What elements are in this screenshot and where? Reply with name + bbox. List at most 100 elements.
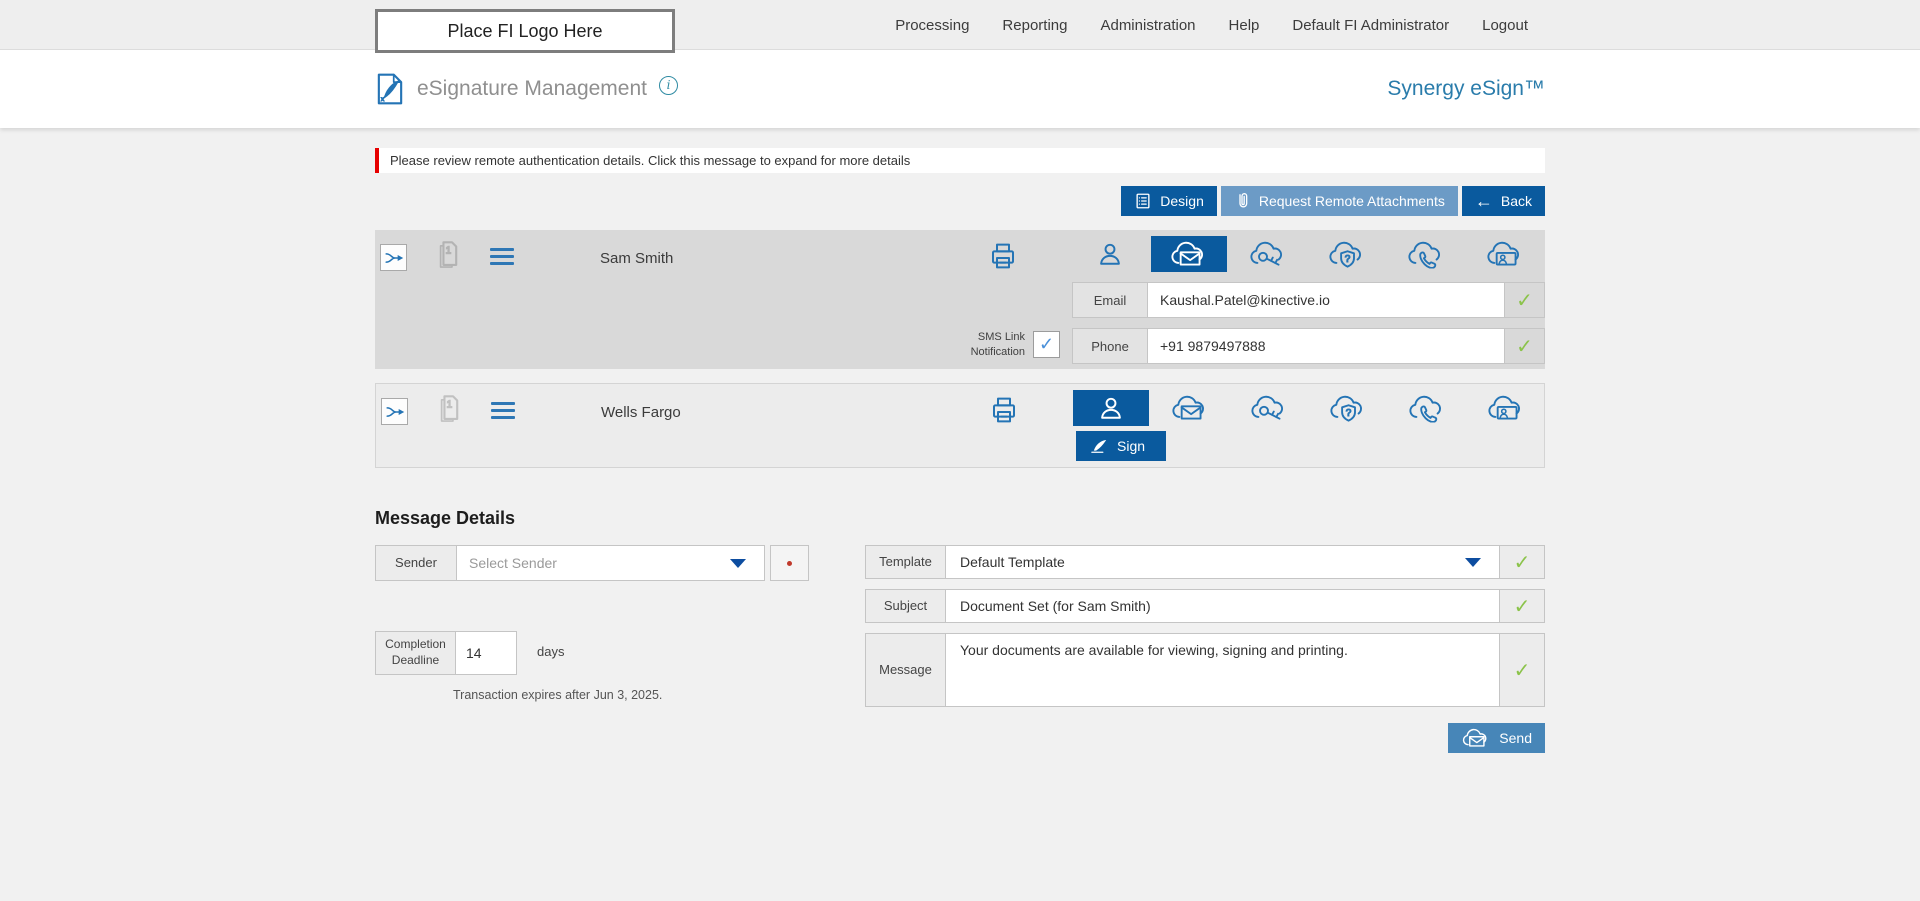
template-row: Template Default Template ✓ [865, 545, 1545, 579]
request-remote-attachments-label: Request Remote Attachments [1258, 193, 1445, 209]
recipient-row-sam-smith: Sam Smith Email Kaushal.Patel@kinective.… [375, 230, 1545, 369]
completion-deadline-label: Completion Deadline [376, 632, 456, 674]
top-navigation: Processing Reporting Administration Help… [895, 0, 1528, 50]
required-indicator-icon [787, 560, 792, 566]
alert-message[interactable]: Please review remote authentication deta… [375, 148, 1545, 173]
paperclip-icon [1234, 191, 1251, 211]
message-details-form: Sender Select Sender Completion Deadline… [375, 545, 1545, 825]
merge-workflow-button[interactable] [380, 244, 407, 271]
email-label: Email [1073, 283, 1148, 317]
method-in-person-icon[interactable] [1073, 390, 1149, 426]
nav-reporting[interactable]: Reporting [1002, 17, 1067, 34]
merge-arrow-icon [384, 401, 406, 423]
method-phone-auth-icon[interactable] [1388, 236, 1464, 272]
nav-logout[interactable]: Logout [1482, 17, 1528, 34]
page-title: eSignature Management [417, 77, 647, 100]
page-header: eSignature Management i Synergy eSign™ [0, 50, 1920, 128]
phone-field-row: Phone ✓ [1072, 328, 1545, 364]
template-value: Default Template [960, 554, 1065, 570]
template-label: Template [866, 546, 946, 578]
fi-logo-label: Place FI Logo Here [447, 20, 603, 41]
phone-input[interactable] [1148, 329, 1504, 363]
document-count-icon [430, 238, 464, 277]
method-phone-auth-icon[interactable] [1389, 390, 1465, 426]
message-row: Message Your documents are available for… [865, 633, 1545, 707]
design-button[interactable]: Design [1121, 186, 1217, 216]
nav-processing[interactable]: Processing [895, 17, 969, 34]
expiry-note: Transaction expires after Jun 3, 2025. [453, 688, 663, 702]
subject-row: Subject Document Set (for Sam Smith) ✓ [865, 589, 1545, 623]
email-field-row: Email ✓ [1072, 282, 1545, 318]
top-bar: Place FI Logo Here Processing Reporting … [0, 0, 1920, 53]
method-remote-email-icon[interactable] [1151, 236, 1227, 272]
delivery-method-strip [1072, 236, 1545, 272]
print-icon[interactable] [987, 240, 1019, 277]
request-remote-attachments-button[interactable]: Request Remote Attachments [1220, 186, 1458, 216]
method-security-question-icon[interactable] [1310, 390, 1386, 426]
merge-arrow-icon [383, 247, 405, 269]
send-button[interactable]: Send [1448, 723, 1545, 753]
reorder-handle-icon[interactable] [491, 402, 515, 423]
method-access-code-icon[interactable] [1231, 390, 1307, 426]
print-icon[interactable] [988, 394, 1020, 431]
email-input[interactable] [1148, 283, 1504, 317]
cloud-envelope-send-icon [1461, 727, 1491, 749]
action-toolbar: Design Request Remote Attachments ← Back [375, 186, 1545, 216]
method-in-person-icon[interactable] [1072, 236, 1148, 272]
template-select[interactable]: Default Template [946, 546, 1499, 578]
recipient-name: Wells Fargo [601, 404, 681, 421]
phone-valid-check-icon: ✓ [1516, 335, 1533, 358]
back-arrow-icon: ← [1474, 191, 1493, 211]
message-value: Your documents are available for viewing… [960, 642, 1348, 658]
method-id-verification-icon[interactable] [1468, 390, 1544, 426]
sender-select[interactable]: Select Sender [457, 546, 764, 580]
nav-current-user[interactable]: Default FI Administrator [1292, 17, 1449, 34]
fi-logo-placeholder[interactable]: Place FI Logo Here [375, 9, 675, 53]
nav-help[interactable]: Help [1229, 17, 1260, 34]
sign-button-label: Sign [1117, 438, 1146, 454]
back-button-label: Back [1500, 193, 1532, 209]
alert-text: Please review remote authentication deta… [390, 153, 911, 168]
recipient-name: Sam Smith [600, 250, 674, 267]
subject-input[interactable]: Document Set (for Sam Smith) [946, 590, 1499, 622]
reorder-handle-icon[interactable] [490, 248, 514, 269]
nav-administration[interactable]: Administration [1100, 17, 1195, 34]
message-textarea[interactable]: Your documents are available for viewing… [946, 634, 1499, 706]
template-valid-check-icon: ✓ [1513, 551, 1531, 574]
send-button-label: Send [1499, 730, 1532, 746]
sender-label: Sender [376, 546, 457, 580]
merge-workflow-button[interactable] [381, 398, 408, 425]
days-label: days [537, 644, 565, 659]
design-button-label: Design [1160, 193, 1204, 209]
chevron-down-icon [730, 559, 746, 568]
subject-valid-check-icon: ✓ [1513, 595, 1531, 618]
quill-pen-icon [1089, 436, 1109, 456]
method-id-verification-icon[interactable] [1467, 236, 1543, 272]
sender-placeholder: Select Sender [469, 555, 557, 571]
product-brand: Synergy eSign™ [1387, 77, 1545, 100]
back-button[interactable]: ← Back [1461, 186, 1545, 216]
chevron-down-icon [1465, 558, 1481, 567]
message-details-heading: Message Details [375, 508, 516, 528]
sender-required-box [770, 545, 809, 581]
subject-label: Subject [866, 590, 946, 622]
checkbox-check-icon: ✓ [1038, 334, 1055, 354]
sender-row: Sender Select Sender [375, 545, 765, 581]
subject-value: Document Set (for Sam Smith) [960, 598, 1151, 614]
method-remote-email-icon[interactable] [1152, 390, 1228, 426]
method-security-question-icon[interactable] [1309, 236, 1385, 272]
message-valid-check-icon: ✓ [1513, 659, 1531, 682]
sign-button[interactable]: Sign [1076, 431, 1166, 461]
recipient-row-wells-fargo: Wells Fargo Sign [375, 383, 1545, 468]
sms-link-notification-checkbox[interactable]: ✓ [1033, 331, 1060, 358]
design-document-icon [1134, 192, 1152, 210]
document-pen-icon [375, 72, 405, 106]
message-label: Message [866, 634, 946, 706]
sms-link-notification-label: SMS Link Notification [970, 331, 1025, 358]
completion-deadline-input[interactable] [456, 632, 516, 674]
document-count-icon [431, 392, 465, 431]
info-icon[interactable]: i [659, 75, 678, 95]
phone-label: Phone [1073, 329, 1148, 363]
delivery-method-strip [1073, 390, 1546, 426]
method-access-code-icon[interactable] [1230, 236, 1306, 272]
